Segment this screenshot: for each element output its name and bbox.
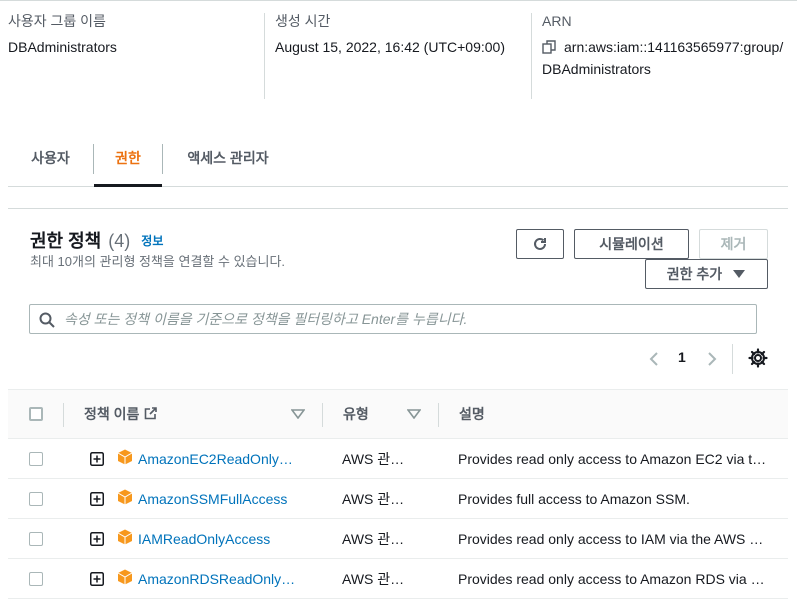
expand-icon[interactable] bbox=[90, 532, 104, 546]
policy-name-link[interactable]: IAMReadOnlyAccess bbox=[138, 519, 298, 559]
chevron-right-icon[interactable] bbox=[704, 351, 720, 367]
refresh-icon bbox=[534, 237, 546, 250]
column-divider bbox=[438, 403, 439, 427]
summary-divider bbox=[531, 13, 532, 99]
permissions-policies-panel: 권한 정책 (4) 정보 최대 10개의 관리형 정책을 연결할 수 있습니다.… bbox=[8, 208, 788, 599]
group-name-value: DBAdministrators bbox=[8, 39, 117, 55]
table-row: AmazonSSMFullAccess AWS 관… Provides full… bbox=[8, 479, 788, 519]
policy-type: AWS 관… bbox=[342, 571, 405, 587]
policy-type: AWS 관… bbox=[342, 451, 405, 467]
arn-value-line2: DBAdministrators bbox=[542, 61, 651, 77]
column-header-policy-name[interactable]: 정책 이름 bbox=[84, 390, 158, 440]
panel-title: 권한 정책 bbox=[30, 231, 102, 251]
arn-value: arn:aws:iam::141163565977:group/ DBAdmin… bbox=[542, 36, 792, 80]
current-page[interactable]: 1 bbox=[678, 349, 686, 365]
caret-down-icon bbox=[733, 270, 746, 278]
gear-icon[interactable] bbox=[748, 348, 768, 368]
panel-header: 권한 정책 (4) 정보 bbox=[30, 227, 163, 253]
created-value: August 15, 2022, 16:42 (UTC+09:00) bbox=[275, 39, 505, 55]
tab-bar: 사용자 권한 액세스 관리자 bbox=[8, 130, 788, 187]
column-divider bbox=[322, 403, 323, 427]
policy-count: (4) bbox=[108, 231, 131, 251]
row-checkbox[interactable] bbox=[29, 572, 43, 586]
aws-managed-policy-icon bbox=[117, 569, 133, 585]
tab-users[interactable]: 사용자 bbox=[8, 130, 93, 187]
expand-icon[interactable] bbox=[90, 452, 104, 466]
expand-icon[interactable] bbox=[90, 572, 104, 586]
group-name-label: 사용자 그룹 이름 bbox=[8, 13, 106, 29]
remove-button[interactable]: 제거 bbox=[699, 229, 768, 259]
add-permissions-label: 권한 추가 bbox=[666, 266, 723, 282]
info-link[interactable]: 정보 bbox=[141, 234, 163, 248]
sort-caret-icon[interactable] bbox=[407, 409, 421, 419]
row-checkbox[interactable] bbox=[29, 452, 43, 466]
tab-access-advisor[interactable]: 액세스 관리자 bbox=[163, 130, 293, 187]
policy-filter-input[interactable] bbox=[64, 305, 754, 333]
group-summary: 사용자 그룹 이름 DBAdministrators 생성 시간 August … bbox=[0, 0, 797, 112]
panel-description: 최대 10개의 관리형 정책을 연결할 수 있습니다. bbox=[30, 254, 286, 269]
arn-label: ARN bbox=[542, 13, 572, 29]
column-divider bbox=[63, 403, 64, 427]
select-all-checkbox[interactable] bbox=[29, 407, 43, 421]
policy-description: Provides read only access to Amazon RDS … bbox=[458, 571, 765, 587]
table-row: AmazonRDSReadOnly… AWS 관… Provides read … bbox=[8, 559, 788, 599]
search-icon bbox=[39, 312, 55, 328]
policy-description: Provides read only access to Amazon EC2 … bbox=[458, 451, 767, 467]
table-row: IAMReadOnlyAccess AWS 관… Provides read o… bbox=[8, 519, 788, 559]
policy-type: AWS 관… bbox=[342, 491, 405, 507]
created-section: 생성 시간 August 15, 2022, 16:42 (UTC+09:00) bbox=[275, 11, 525, 58]
refresh-button[interactable] bbox=[516, 229, 564, 259]
aws-managed-policy-icon bbox=[117, 489, 133, 505]
pagination-divider bbox=[732, 344, 733, 374]
policy-name-header-label: 정책 이름 bbox=[84, 406, 140, 422]
copy-icon[interactable] bbox=[542, 38, 556, 54]
aws-managed-policy-icon bbox=[117, 449, 133, 465]
tab-permissions[interactable]: 권한 bbox=[94, 130, 162, 187]
policy-description: Provides full access to Amazon SSM. bbox=[458, 491, 690, 507]
row-checkbox[interactable] bbox=[29, 532, 43, 546]
external-link-icon bbox=[145, 407, 158, 420]
arn-section: ARN arn:aws:iam::141163565977:group/ DBA… bbox=[542, 11, 792, 80]
group-name-section: 사용자 그룹 이름 DBAdministrators bbox=[8, 11, 258, 58]
chevron-left-icon[interactable] bbox=[646, 351, 662, 367]
policy-type: AWS 관… bbox=[342, 531, 405, 547]
aws-managed-policy-icon bbox=[117, 529, 133, 545]
policy-name-link[interactable]: AmazonEC2ReadOnly… bbox=[138, 439, 298, 479]
policy-name-link[interactable]: AmazonRDSReadOnly… bbox=[138, 559, 298, 599]
arn-value-line1: arn:aws:iam::141163565977:group/ bbox=[564, 39, 784, 55]
table-header: 정책 이름 유형 설명 bbox=[8, 389, 788, 439]
policy-name-link[interactable]: AmazonSSMFullAccess bbox=[138, 479, 298, 519]
add-permissions-button[interactable]: 권한 추가 bbox=[645, 259, 768, 289]
summary-divider bbox=[264, 13, 265, 99]
row-checkbox[interactable] bbox=[29, 492, 43, 506]
simulate-button[interactable]: 시뮬레이션 bbox=[574, 229, 689, 259]
created-label: 생성 시간 bbox=[275, 13, 331, 29]
table-row: AmazonEC2ReadOnly… AWS 관… Provides read … bbox=[8, 439, 788, 479]
policy-description: Provides read only access to IAM via the… bbox=[458, 531, 764, 547]
sort-caret-icon[interactable] bbox=[291, 409, 305, 419]
column-header-type[interactable]: 유형 bbox=[343, 390, 369, 440]
column-header-description: 설명 bbox=[459, 406, 485, 422]
expand-icon[interactable] bbox=[90, 492, 104, 506]
policy-filter bbox=[29, 304, 757, 334]
